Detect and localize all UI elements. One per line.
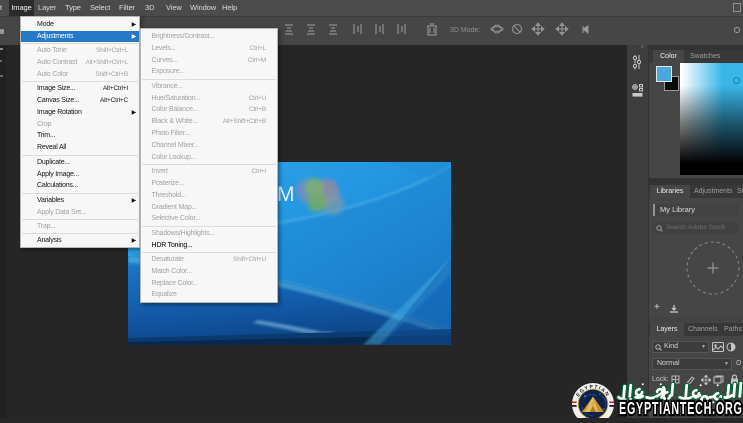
svg-text:M: M — [277, 183, 295, 206]
svg-text:EGYPTIANTECH.ORG: EGYPTIANTECH.ORG — [619, 400, 743, 418]
svg-text:3D Mode:: 3D Mode: — [450, 27, 480, 34]
